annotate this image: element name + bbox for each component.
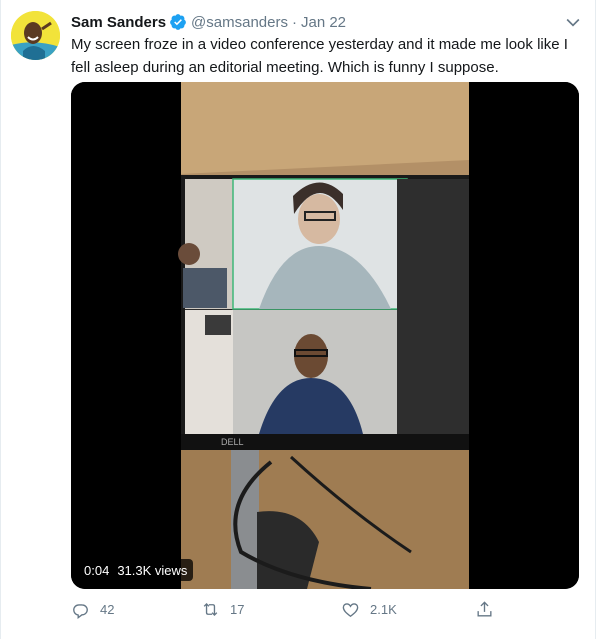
video-stats-badge: 0:04 31.3K views [78, 559, 194, 581]
author-handle[interactable]: @samsanders [191, 14, 288, 31]
retweet-count: 17 [230, 601, 245, 617]
tweet-text: My screen froze in a video conference ye… [71, 36, 568, 76]
tweet-header: Sam Sanders @samsanders · Jan 22 [71, 12, 346, 32]
reply-count: 42 [100, 601, 115, 617]
like-icon [342, 602, 359, 617]
share-button[interactable] [475, 597, 504, 621]
video-player[interactable]: DELL 0:04 31.3K views [71, 82, 579, 589]
like-count: 2.1K [370, 601, 397, 617]
action-bar: 42 17 2.1K [71, 597, 511, 621]
video-views: 31.3K views [117, 562, 188, 578]
video-frame: DELL [71, 82, 579, 589]
verified-badge-icon [170, 14, 186, 30]
reply-button[interactable]: 42 [71, 597, 114, 621]
avatar-image [11, 11, 60, 60]
avatar[interactable] [11, 11, 60, 60]
separator-dot: · [291, 13, 297, 31]
monitor-brand: DELL [221, 437, 244, 447]
chevron-down-icon[interactable] [563, 12, 583, 32]
tweet-card[interactable]: Sam Sanders @samsanders · Jan 22 My scre… [0, 0, 596, 639]
like-button[interactable]: 2.1K [341, 597, 397, 621]
reply-icon [73, 603, 88, 619]
retweet-button[interactable]: 17 [201, 597, 244, 621]
tweet-date[interactable]: Jan 22 [301, 14, 346, 31]
video-time: 0:04 [84, 562, 110, 578]
retweet-icon [203, 602, 218, 616]
share-icon [477, 600, 492, 617]
author-name[interactable]: Sam Sanders [71, 14, 166, 31]
